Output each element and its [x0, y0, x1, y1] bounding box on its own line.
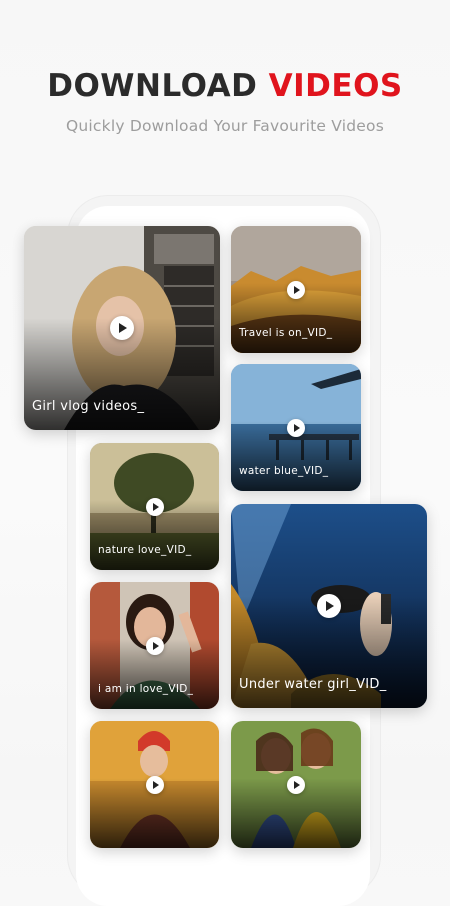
video-title: Girl vlog videos_: [32, 399, 145, 414]
video-card-friends[interactable]: [231, 721, 361, 848]
video-title: i am in love_VID_: [98, 683, 194, 695]
video-title: water blue_VID_: [239, 465, 329, 477]
video-card-travel[interactable]: Travel is on_VID_: [231, 226, 361, 353]
video-card-i-am-in-love[interactable]: i am in love_VID_: [90, 582, 219, 709]
play-icon[interactable]: [287, 418, 305, 437]
video-card-nature-love[interactable]: nature love_VID_: [90, 443, 219, 570]
video-card-water-blue[interactable]: water blue_VID_: [231, 364, 361, 491]
video-card-autumn[interactable]: [90, 721, 219, 848]
video-title: Under water girl_VID_: [239, 677, 387, 692]
play-icon[interactable]: [287, 775, 305, 794]
play-icon[interactable]: [145, 636, 164, 655]
video-card-under-water-girl[interactable]: Under water girl_VID_: [231, 504, 427, 708]
page-subtitle: Quickly Download Your Favourite Videos: [65, 117, 385, 135]
play-icon[interactable]: [145, 497, 164, 516]
page-title: DOWNLOAD VIDEOS: [0, 68, 450, 104]
play-icon[interactable]: [317, 594, 341, 618]
video-title: nature love_VID_: [98, 544, 192, 556]
play-icon[interactable]: [287, 280, 305, 299]
title-part-1: DOWNLOAD: [47, 68, 258, 104]
title-part-2: VIDEOS: [268, 68, 403, 104]
play-icon[interactable]: [110, 316, 134, 340]
video-card-girl-vlog[interactable]: Girl vlog videos_: [24, 226, 220, 430]
play-icon[interactable]: [145, 775, 164, 794]
video-title: Travel is on_VID_: [239, 327, 333, 339]
